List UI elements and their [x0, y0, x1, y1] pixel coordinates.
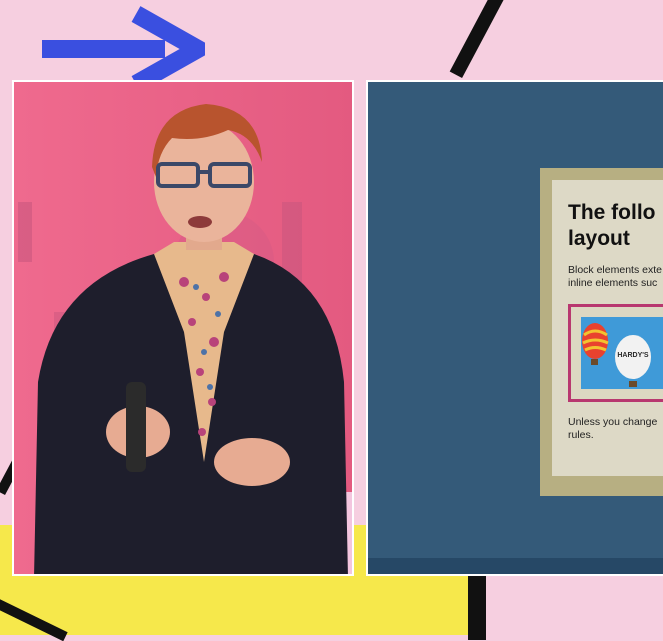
balloon-image: HARDY'S — [581, 317, 663, 389]
speaker-photo — [14, 82, 352, 574]
arrow-right-icon — [42, 6, 205, 84]
slide-body-text: Block elements exte inline elements suc — [568, 264, 662, 289]
presentation-slide-panel: The follo layout Block elements exte inl… — [366, 80, 663, 576]
slide-title: The follo layout — [568, 201, 656, 250]
balloon-brand-text: HARDY'S — [617, 352, 649, 359]
slide-bottom-strip — [368, 558, 663, 574]
decorative-black-stroke — [449, 0, 505, 79]
slide-card: The follo layout Block elements exte inl… — [540, 168, 663, 496]
speaker-video-panel — [12, 80, 354, 576]
slide-card-content: The follo layout Block elements exte inl… — [552, 180, 663, 476]
slide-example-box: HARDY'S — [568, 304, 663, 402]
slide-footer-text: Unless you change rules. — [568, 416, 658, 441]
